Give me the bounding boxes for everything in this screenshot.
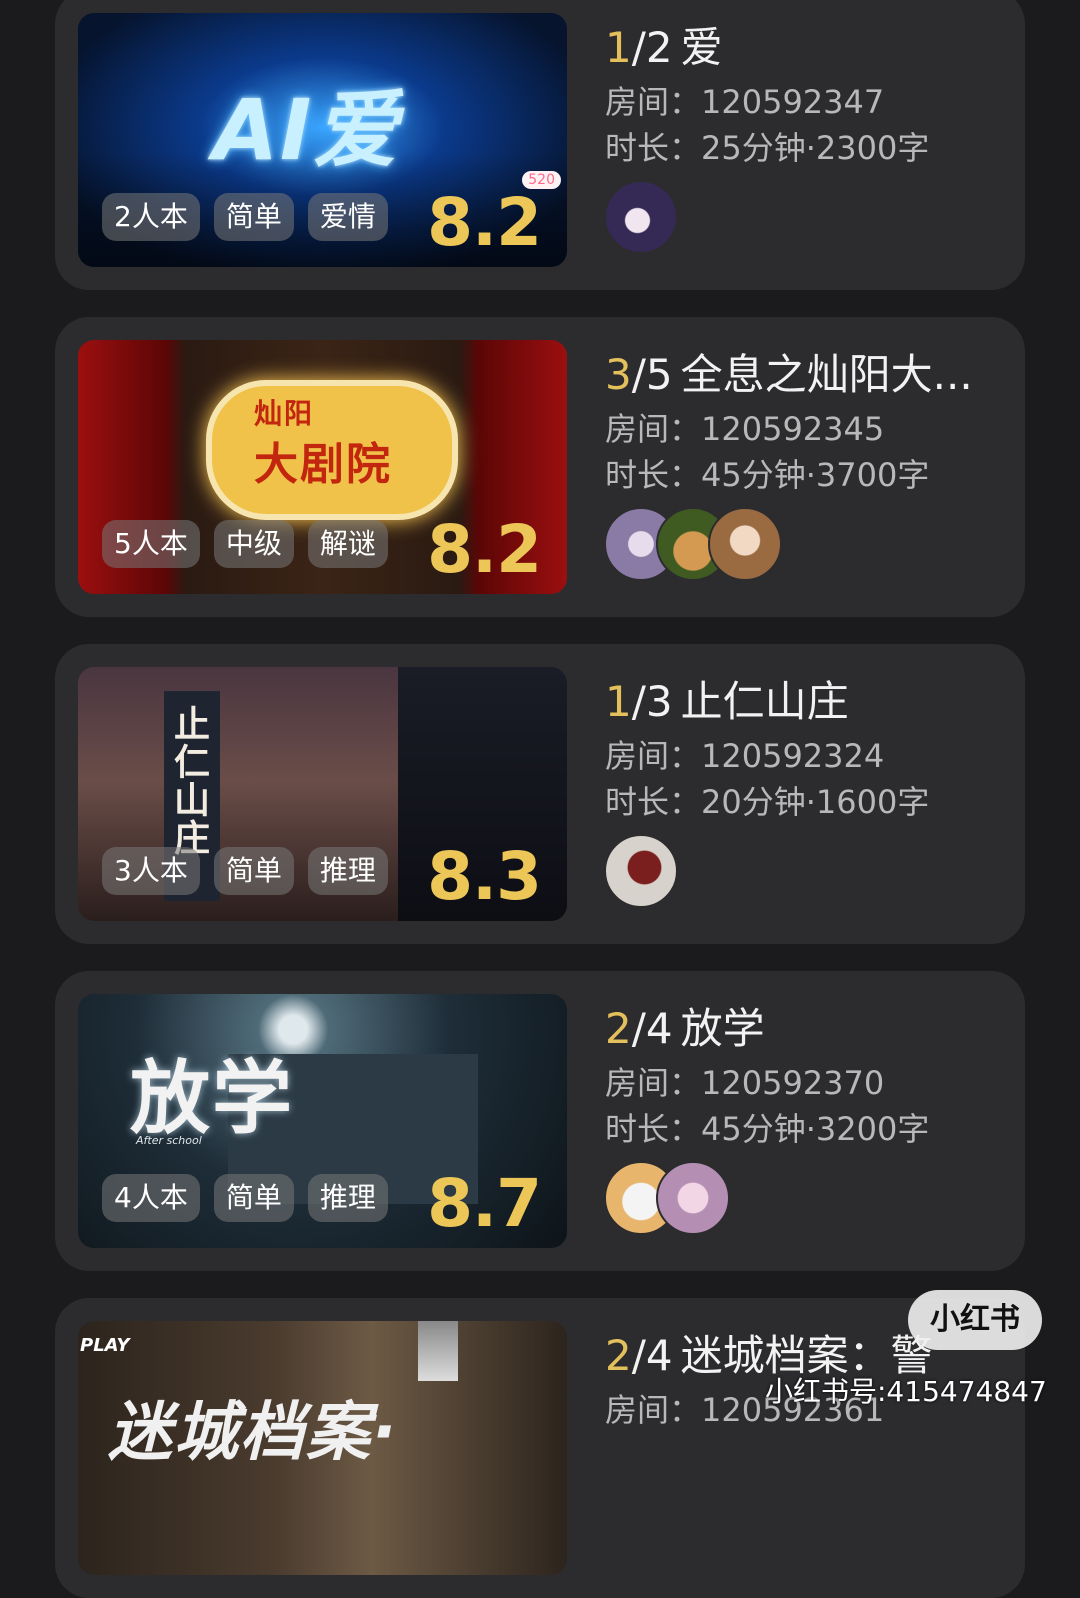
room-card[interactable]: 灿阳 大剧院 5人本 中级 解谜 8.2 3/5 全息之灿阳大... 房间：120…: [55, 317, 1025, 617]
room-title: 1/3 止仁山庄: [605, 674, 1005, 730]
duration-info: 时长：25分钟·2300字: [605, 129, 930, 167]
tag-genre: 推理: [307, 847, 388, 895]
room-number: 房间：120592370: [605, 1064, 885, 1102]
room-title: 1/2 爱: [605, 20, 1005, 76]
cover-title: 迷城档案·: [108, 1396, 399, 1470]
cover-badge: PLAY: [80, 1335, 130, 1356]
room-card[interactable]: 止仁山庄 3人本 简单 推理 8.3 1/3 止仁山庄 房间：120592324 …: [55, 644, 1025, 944]
tag-player-count: 2人本: [102, 193, 200, 241]
room-card[interactable]: AI爱 520 2人本 简单 爱情 8.2 1/2 爱 房间：120592347 …: [55, 0, 1025, 290]
room-card[interactable]: 放学 After school 4人本 简单 推理 8.7 2/4 放学 房间：1…: [55, 971, 1025, 1271]
total-players: 3: [645, 677, 673, 726]
game-name: 全息之灿阳大...: [680, 350, 973, 399]
current-players: 1: [605, 677, 632, 726]
tag-genre: 推理: [307, 1174, 388, 1222]
watermark-user-id: 小红书号:415474847: [765, 1375, 1047, 1408]
tag-player-count: 3人本: [102, 847, 200, 895]
tag-player-count: 5人本: [102, 520, 200, 568]
total-players: 2: [645, 23, 673, 72]
count-separator: /: [631, 350, 646, 399]
cover-subtitle: After school: [136, 1134, 202, 1147]
count-separator: /: [631, 1004, 646, 1053]
current-players: 1: [605, 23, 632, 72]
current-players: 2: [605, 1331, 632, 1380]
room-number: 房间：120592347: [605, 83, 885, 121]
total-players: 4: [645, 1331, 673, 1380]
cover-image: 灿阳 大剧院 5人本 中级 解谜 8.2: [78, 340, 567, 594]
total-players: 5: [645, 350, 673, 399]
duration-info: 时长：20分钟·1600字: [605, 783, 930, 821]
cover-image: PLAY 迷城档案·: [78, 1321, 567, 1575]
cover-image: AI爱 520 2人本 简单 爱情 8.2: [78, 13, 567, 267]
current-players: 2: [605, 1004, 632, 1053]
rating-score: 8.2: [427, 511, 542, 588]
tag-difficulty: 中级: [213, 520, 294, 568]
tag-genre: 爱情: [307, 193, 388, 241]
tag-player-count: 4人本: [102, 1174, 200, 1222]
avatar[interactable]: [656, 1161, 730, 1235]
cover-image: 放学 After school 4人本 简单 推理 8.7: [78, 994, 567, 1248]
tag-genre: 解谜: [307, 520, 388, 568]
room-card[interactable]: PLAY 迷城档案· 2/4 迷城档案：警 房间：120592361: [55, 1298, 1025, 1598]
duration-info: 时长：45分钟·3200字: [605, 1110, 930, 1148]
cover-image: 止仁山庄 3人本 简单 推理 8.3: [78, 667, 567, 921]
count-separator: /: [631, 1331, 646, 1380]
total-players: 4: [645, 1004, 673, 1053]
avatar[interactable]: [708, 507, 782, 581]
room-title: 3/5 全息之灿阳大...: [605, 347, 1005, 403]
duration-info: 时长：45分钟·3700字: [605, 456, 930, 494]
tag-difficulty: 简单: [213, 1174, 294, 1222]
count-separator: /: [631, 677, 646, 726]
xiaohongshu-logo: 小红书: [908, 1290, 1042, 1350]
room-title: 2/4 放学: [605, 1001, 1005, 1057]
rating-score: 8.3: [427, 838, 542, 915]
cover-title-top: 灿阳: [254, 397, 315, 430]
avatar[interactable]: [604, 180, 678, 254]
game-name: 放学: [680, 1004, 765, 1053]
cover-title: 放学: [130, 1052, 294, 1145]
game-name: 止仁山庄: [680, 677, 849, 726]
count-separator: /: [631, 23, 646, 72]
tag-difficulty: 简单: [213, 193, 294, 241]
tag-difficulty: 简单: [213, 847, 294, 895]
current-players: 3: [605, 350, 632, 399]
room-number: 房间：120592345: [605, 410, 885, 448]
cover-title: AI爱: [213, 81, 400, 179]
rating-score: 8.7: [427, 1165, 542, 1242]
game-name: 爱: [680, 23, 723, 72]
cover-title: 止仁山庄: [168, 705, 209, 857]
rating-score: 8.2: [427, 184, 542, 261]
avatar[interactable]: [604, 834, 678, 908]
cover-title-main: 大剧院: [254, 439, 392, 490]
room-number: 房间：120592324: [605, 737, 885, 775]
